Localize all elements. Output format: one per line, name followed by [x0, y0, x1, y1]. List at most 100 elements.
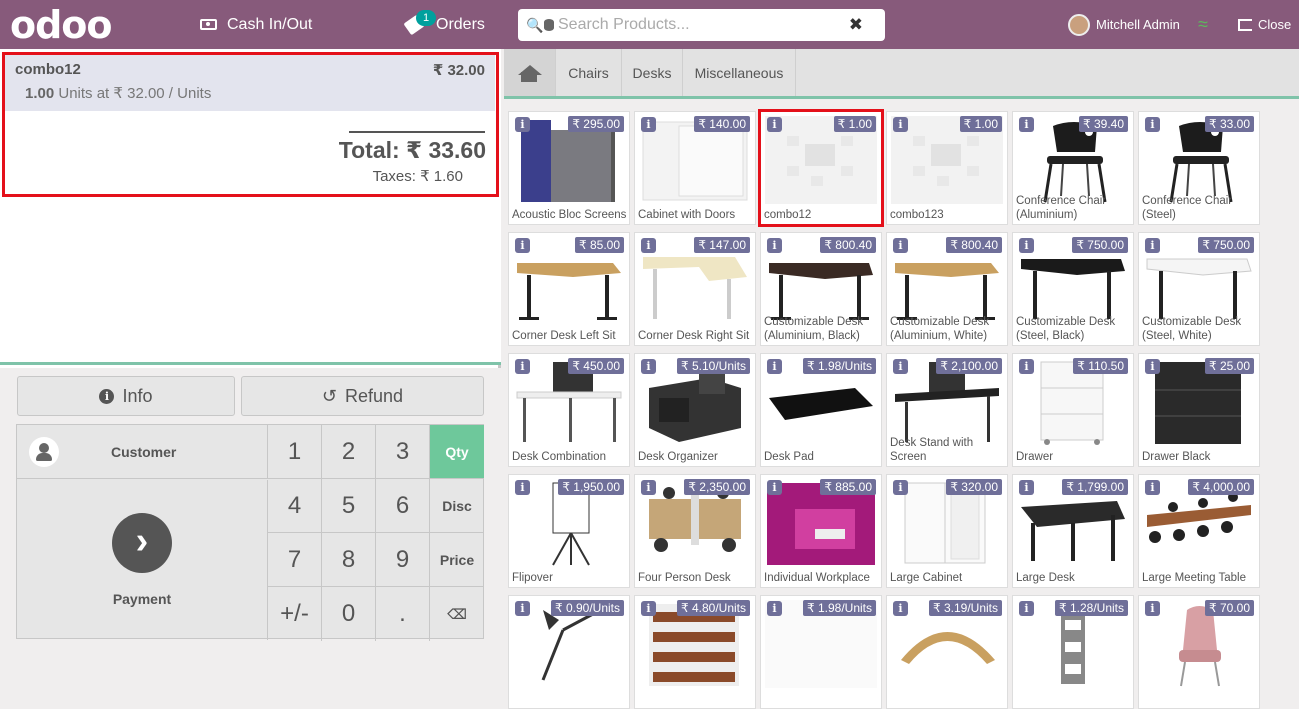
product-name: Cabinet with Doors	[638, 209, 736, 221]
orders-label: Orders	[436, 15, 485, 33]
product-card[interactable]: i ₹ 1,950.00 Flipover	[508, 474, 630, 588]
home-category-button[interactable]	[504, 49, 555, 96]
product-card[interactable]: i ₹ 1,799.00 Large Desk	[1012, 474, 1134, 588]
product-price: ₹ 4.80/Units	[677, 600, 750, 616]
product-card[interactable]: i ₹ 885.00 Individual Workplace	[760, 474, 882, 588]
money-icon	[200, 19, 217, 30]
product-card[interactable]: i ₹ 450.00 Desk Combination	[508, 353, 630, 467]
info-icon[interactable]: i	[1145, 601, 1160, 616]
category-chairs[interactable]: Chairs	[555, 49, 621, 96]
info-icon[interactable]: i	[1019, 601, 1034, 616]
category-miscellaneous[interactable]: Miscellaneous	[682, 49, 796, 96]
product-card[interactable]: i ₹ 140.00 Cabinet with Doors	[634, 111, 756, 225]
price-mode-button[interactable]: Price	[430, 533, 484, 587]
key-9[interactable]: 9	[376, 533, 430, 587]
sign-toggle-button[interactable]: +/-	[268, 587, 322, 641]
refund-button[interactable]: ↺ Refund	[241, 376, 484, 416]
cash-in-out-button[interactable]: Cash In/Out	[200, 0, 312, 49]
info-icon[interactable]: i	[1019, 238, 1034, 253]
product-card[interactable]: i ₹ 2,100.00 Desk Stand with Screen	[886, 353, 1008, 467]
product-card[interactable]: i ₹ 1.28/Units	[1012, 595, 1134, 709]
info-icon[interactable]: i	[515, 480, 530, 495]
info-icon[interactable]: i	[515, 601, 530, 616]
product-card[interactable]: i ₹ 800.40 Customizable Desk (Aluminium, B…	[760, 232, 882, 346]
product-card[interactable]: i ₹ 4,000.00 Large Meeting Table	[1138, 474, 1260, 588]
product-card[interactable]: i ₹ 1.98/Units Desk Pad	[760, 353, 882, 467]
customer-button[interactable]: Customer	[17, 425, 268, 479]
key-2[interactable]: 2	[322, 425, 376, 479]
product-card[interactable]: i ₹ 33.00 Conference Chair (Steel)	[1138, 111, 1260, 225]
discount-mode-button[interactable]: Disc	[430, 479, 484, 533]
info-icon[interactable]: i	[515, 359, 530, 374]
product-card[interactable]: i ₹ 110.50 Drawer	[1012, 353, 1134, 467]
user-menu[interactable]: Mitchell Admin	[1068, 0, 1180, 49]
info-icon[interactable]: i	[893, 238, 908, 253]
product-card[interactable]: i ₹ 1.00 combo12	[758, 109, 884, 227]
decimal-button[interactable]: .	[376, 587, 430, 641]
numpad: Customer › Payment 1 2 3 Qty 4 5 6 Disc 7 8 9 Price…	[16, 424, 484, 641]
key-3[interactable]: 3	[376, 425, 430, 479]
info-icon[interactable]: i	[767, 238, 782, 253]
product-price: ₹ 39.40	[1079, 116, 1128, 132]
info-icon[interactable]: i	[641, 480, 656, 495]
close-button[interactable]: Close	[1238, 0, 1291, 49]
key-5[interactable]: 5	[322, 479, 376, 533]
product-card[interactable]: i ₹ 295.00 Acoustic Bloc Screens	[508, 111, 630, 225]
clear-search-icon[interactable]: ✖	[849, 15, 863, 35]
info-icon[interactable]: i	[893, 480, 908, 495]
product-card[interactable]: i ₹ 3.19/Units	[886, 595, 1008, 709]
info-icon[interactable]: i	[1145, 238, 1160, 253]
info-icon[interactable]: i	[1019, 359, 1034, 374]
product-card[interactable]: i ₹ 2,350.00 Four Person Desk	[634, 474, 756, 588]
product-card[interactable]: i ₹ 1.98/Units	[760, 595, 882, 709]
info-icon[interactable]: i	[641, 359, 656, 374]
info-icon[interactable]: i	[767, 359, 782, 374]
wifi-icon[interactable]: ≈	[1198, 14, 1208, 35]
product-card[interactable]: i ₹ 5.10/Units Desk Organizer	[634, 353, 756, 467]
info-icon[interactable]: i	[641, 117, 656, 132]
category-desks[interactable]: Desks	[621, 49, 682, 96]
info-icon[interactable]: i	[515, 117, 530, 132]
info-icon[interactable]: i	[1019, 480, 1034, 495]
orders-button[interactable]: Orders	[403, 0, 485, 49]
product-card[interactable]: i ₹ 1.00 combo123	[886, 111, 1008, 225]
key-4[interactable]: 4	[268, 479, 322, 533]
qty-mode-button[interactable]: Qty	[430, 425, 484, 479]
product-card[interactable]: i ₹ 750.00 Customizable Desk (Steel, Black…	[1012, 232, 1134, 346]
info-icon[interactable]: i	[641, 238, 656, 253]
info-icon[interactable]: i	[1019, 117, 1034, 132]
backspace-button[interactable]: ⌫	[430, 587, 484, 641]
key-0[interactable]: 0	[322, 587, 376, 641]
search-input[interactable]	[558, 16, 848, 34]
product-name: Desk Stand with Screen	[890, 437, 974, 463]
product-card[interactable]: i ₹ 750.00 Customizable Desk (Steel, White…	[1138, 232, 1260, 346]
product-card[interactable]: i ₹ 70.00	[1138, 595, 1260, 709]
info-icon[interactable]: i	[1145, 480, 1160, 495]
product-card[interactable]: i ₹ 147.00 Corner Desk Right Sit	[634, 232, 756, 346]
product-card[interactable]: i ₹ 25.00 Drawer Black	[1138, 353, 1260, 467]
info-icon[interactable]: i	[515, 238, 530, 253]
info-icon[interactable]: i	[767, 480, 782, 495]
payment-button[interactable]: › Payment	[17, 480, 268, 640]
info-icon[interactable]: i	[1145, 117, 1160, 132]
info-button[interactable]: i Info	[17, 376, 235, 416]
product-price: ₹ 3.19/Units	[929, 600, 1002, 616]
product-card[interactable]: i ₹ 85.00 Corner Desk Left Sit	[508, 232, 630, 346]
product-card[interactable]: i ₹ 800.40 Customizable Desk (Aluminium, W…	[886, 232, 1008, 346]
key-6[interactable]: 6	[376, 479, 430, 533]
product-name: Conference Chair (Aluminium)	[1016, 195, 1107, 221]
info-icon[interactable]: i	[893, 117, 908, 132]
info-icon[interactable]: i	[893, 359, 908, 374]
info-icon[interactable]: i	[1145, 359, 1160, 374]
info-icon[interactable]: i	[641, 601, 656, 616]
info-icon[interactable]: i	[767, 601, 782, 616]
info-icon[interactable]: i	[893, 601, 908, 616]
info-icon[interactable]: i	[767, 117, 782, 132]
key-1[interactable]: 1	[268, 425, 322, 479]
key-8[interactable]: 8	[322, 533, 376, 587]
key-7[interactable]: 7	[268, 533, 322, 587]
product-card[interactable]: i ₹ 39.40 Conference Chair (Aluminium)	[1012, 111, 1134, 225]
product-card[interactable]: i ₹ 0.90/Units	[508, 595, 630, 709]
product-card[interactable]: i ₹ 4.80/Units	[634, 595, 756, 709]
product-card[interactable]: i ₹ 320.00 Large Cabinet	[886, 474, 1008, 588]
